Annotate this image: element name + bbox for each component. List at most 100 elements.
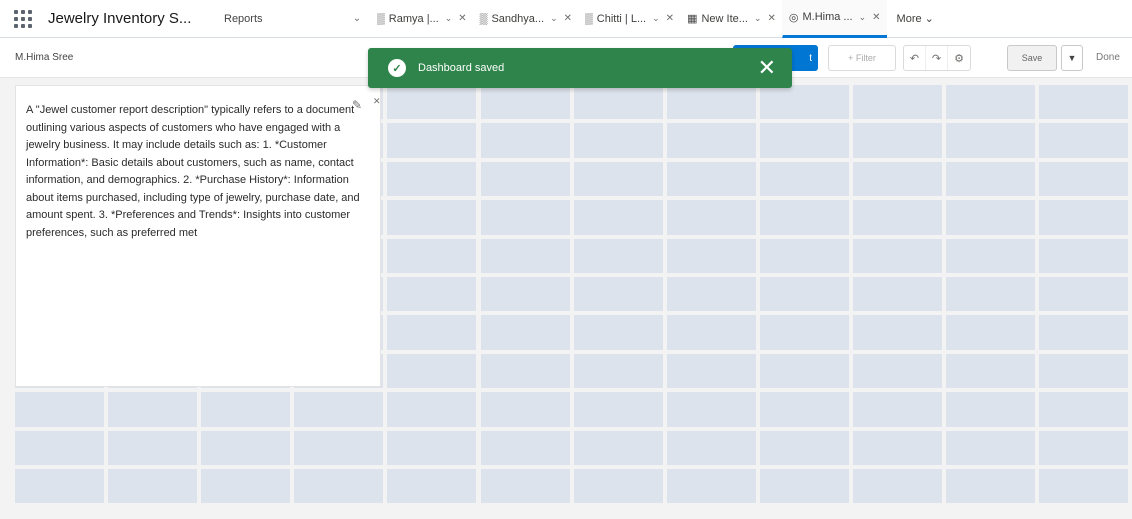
grid-cell <box>294 392 384 427</box>
grid-cell <box>852 430 942 465</box>
more-tabs-menu[interactable]: More ⌄ <box>897 12 934 25</box>
grid-cell <box>1039 469 1129 504</box>
grid-cell <box>480 200 570 235</box>
tab-ramya[interactable]: ▒ Ramya |... ⌄ ✕ <box>370 0 473 38</box>
tab-new-item[interactable]: ▦ New Ite... ⌄ ✕ <box>680 0 782 38</box>
grid-cell <box>852 392 942 427</box>
grid-cell <box>480 430 570 465</box>
grid-cell <box>108 392 198 427</box>
grid-cell <box>852 161 942 197</box>
tab-mhima[interactable]: ◎ M.Hima ... ⌄ ✕ <box>781 0 887 38</box>
nav-item-reports[interactable]: Reports <box>224 13 344 25</box>
grid-cell <box>573 161 663 197</box>
grid-cell <box>387 392 477 427</box>
grid-cell <box>666 85 756 120</box>
grid-cell <box>573 469 663 504</box>
grid-cell <box>852 315 942 350</box>
grid-cell <box>946 353 1036 389</box>
tab-sandhya[interactable]: ▒ Sandhya... ⌄ ✕ <box>473 0 578 38</box>
grid-cell <box>387 469 477 504</box>
grid-cell <box>759 392 849 427</box>
edit-pencil-icon[interactable]: ✎ <box>352 98 362 112</box>
grid-cell <box>946 469 1036 504</box>
close-icon[interactable]: ✕ <box>767 13 775 24</box>
undo-icon[interactable]: ↶ <box>904 46 926 70</box>
close-icon[interactable]: ✕ <box>458 13 466 24</box>
tab-label: Sandhya... <box>491 12 545 25</box>
tab-label: M.Hima ... <box>802 11 853 23</box>
chevron-down-icon[interactable]: ⌄ <box>754 13 762 24</box>
grid-cell <box>1039 315 1129 350</box>
grid-cell <box>759 277 849 312</box>
grid-cell <box>759 85 849 120</box>
edit-icon-group: ↶ ↷ ⚙ <box>903 45 971 71</box>
grid-cell <box>573 200 663 235</box>
grid-cell <box>759 161 849 197</box>
grid-cell <box>108 430 198 465</box>
grid-cell <box>666 392 756 427</box>
grid-cell <box>1039 161 1129 197</box>
close-icon[interactable]: ✕ <box>758 57 776 79</box>
grid-cell <box>1039 392 1129 427</box>
grid-cell <box>387 430 477 465</box>
save-options-dropdown[interactable]: ▼ <box>1061 45 1083 71</box>
filter-button[interactable]: + Filter <box>828 45 896 71</box>
grid-cell <box>1039 85 1129 120</box>
dashboard-icon: ◎ <box>788 11 799 24</box>
save-button[interactable]: Save <box>1007 45 1057 71</box>
grid-cell <box>666 353 756 389</box>
grid-cell <box>480 161 570 197</box>
grid-cell <box>852 238 942 273</box>
grid-cell <box>666 161 756 197</box>
chevron-down-icon[interactable]: ⌄ <box>445 13 453 24</box>
grid-cell <box>946 200 1036 235</box>
grid-cell <box>387 353 477 389</box>
tab-chitti[interactable]: ▒ Chitti | L... ⌄ ✕ <box>578 0 680 38</box>
widget-text: A "Jewel customer report description" ty… <box>26 104 360 239</box>
grid-cell <box>573 85 663 120</box>
chevron-down-icon[interactable]: ⌄ <box>344 13 370 24</box>
grid-cell <box>666 277 756 312</box>
redo-icon[interactable]: ↷ <box>926 46 948 70</box>
grid-cell <box>573 123 663 158</box>
close-icon[interactable]: ✕ <box>373 96 381 107</box>
grid-cell <box>480 469 570 504</box>
chevron-down-icon[interactable]: ⌄ <box>652 13 660 24</box>
grid-cell <box>852 277 942 312</box>
grid-cell <box>759 238 849 273</box>
grid-cell <box>666 430 756 465</box>
chevron-down-icon: ⌄ <box>924 13 934 25</box>
grid-cell <box>852 200 942 235</box>
grid-cell <box>573 238 663 273</box>
success-check-icon: ✓ <box>388 59 406 77</box>
text-widget[interactable]: A "Jewel customer report description" ty… <box>15 85 381 387</box>
grid-cell <box>201 392 291 427</box>
grid-cell <box>480 85 570 120</box>
grid-cell <box>387 161 477 197</box>
grid-cell <box>15 430 105 465</box>
grid-cell <box>1039 123 1129 158</box>
chevron-down-icon[interactable]: ⌄ <box>859 12 867 23</box>
done-button[interactable]: Done <box>1096 52 1120 63</box>
grid-cell <box>946 238 1036 273</box>
toast-notification: ✓ Dashboard saved ✕ <box>368 48 792 88</box>
grid-cell <box>480 123 570 158</box>
grid-cell <box>1039 430 1129 465</box>
close-icon[interactable]: ✕ <box>872 12 880 23</box>
grid-cell <box>666 200 756 235</box>
grid-cell <box>387 123 477 158</box>
grid-cell <box>294 430 384 465</box>
grid-cell <box>946 85 1036 120</box>
grid-cell <box>852 353 942 389</box>
app-launcher-icon[interactable] <box>12 8 34 30</box>
close-icon[interactable]: ✕ <box>564 13 572 24</box>
close-icon[interactable]: ✕ <box>666 13 674 24</box>
grid-cell <box>480 353 570 389</box>
grid-cell <box>201 469 291 504</box>
grid-cell <box>387 85 477 120</box>
dashboard-icon: ▦ <box>687 13 698 25</box>
chevron-down-icon[interactable]: ⌄ <box>550 13 558 24</box>
report-icon: ▒ <box>377 12 385 25</box>
settings-icon[interactable]: ⚙ <box>948 46 970 70</box>
grid-cell <box>946 315 1036 350</box>
